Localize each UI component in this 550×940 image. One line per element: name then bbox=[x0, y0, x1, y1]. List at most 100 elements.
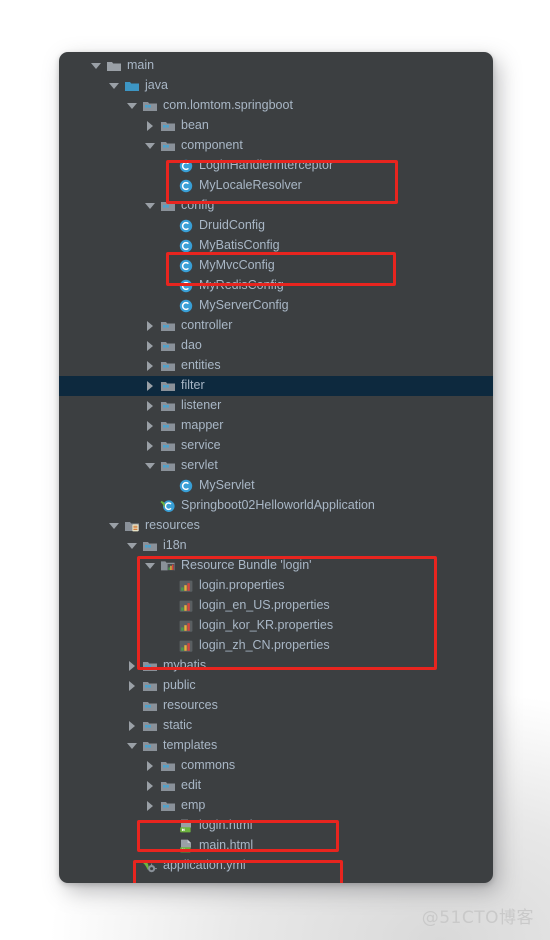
java-class-icon bbox=[178, 178, 194, 194]
tree-row[interactable]: Resource Bundle 'login' bbox=[59, 556, 493, 576]
chevron-right-icon[interactable] bbox=[143, 439, 157, 453]
tree-row[interactable]: login.properties bbox=[59, 576, 493, 596]
tree-row[interactable]: service bbox=[59, 436, 493, 456]
tree-row[interactable]: edit bbox=[59, 776, 493, 796]
project-tree-panel[interactable]: main java com.lomtom.springboot bean compone… bbox=[59, 52, 493, 883]
tree-row[interactable]: dao bbox=[59, 336, 493, 356]
chevron-right-icon[interactable] bbox=[143, 339, 157, 353]
chevron-right-icon[interactable] bbox=[143, 379, 157, 393]
java-class-icon bbox=[178, 258, 194, 274]
tree-row[interactable]: filter bbox=[59, 376, 493, 396]
folder-package-icon bbox=[142, 738, 158, 754]
tree-row[interactable]: commons bbox=[59, 756, 493, 776]
chevron-right-icon[interactable] bbox=[143, 419, 157, 433]
tree-row[interactable]: login.html bbox=[59, 816, 493, 836]
tree-row[interactable]: java bbox=[59, 76, 493, 96]
tree-row[interactable]: i18n bbox=[59, 536, 493, 556]
chevron-down-icon[interactable] bbox=[143, 559, 157, 573]
tree-row[interactable]: MyServerConfig bbox=[59, 296, 493, 316]
tree-row[interactable]: login_en_US.properties bbox=[59, 596, 493, 616]
folder-package-icon bbox=[142, 98, 158, 114]
tree-row[interactable]: component bbox=[59, 136, 493, 156]
folder-package-icon bbox=[160, 138, 176, 154]
tree-row-label: controller bbox=[181, 318, 233, 333]
tree-row[interactable]: public bbox=[59, 676, 493, 696]
chevron-down-icon[interactable] bbox=[125, 99, 139, 113]
chevron-right-icon[interactable] bbox=[143, 359, 157, 373]
chevron-right-icon[interactable] bbox=[143, 399, 157, 413]
chevron-down-icon[interactable] bbox=[143, 199, 157, 213]
chevron-down-icon[interactable] bbox=[125, 539, 139, 553]
chevron-right-icon[interactable] bbox=[143, 759, 157, 773]
tree-row[interactable]: static bbox=[59, 716, 493, 736]
tree-row[interactable]: login_zh_CN.properties bbox=[59, 636, 493, 656]
chevron-right-icon[interactable] bbox=[143, 779, 157, 793]
tree-row[interactable]: application.yml bbox=[59, 856, 493, 876]
folder-package-icon bbox=[160, 418, 176, 434]
java-class-icon bbox=[178, 298, 194, 314]
tree-row[interactable]: DruidConfig bbox=[59, 216, 493, 236]
tree-row[interactable]: config bbox=[59, 196, 493, 216]
chevron-down-icon[interactable] bbox=[125, 739, 139, 753]
tree-row-label: commons bbox=[181, 758, 236, 773]
tree-row[interactable]: LoginHandlerInterceptor bbox=[59, 156, 493, 176]
tree-row[interactable]: MyBatisConfig bbox=[59, 236, 493, 256]
tree-row[interactable]: MyLocaleResolver bbox=[59, 176, 493, 196]
tree-row[interactable]: MyServlet bbox=[59, 476, 493, 496]
tree-row[interactable]: MyMvcConfig bbox=[59, 256, 493, 276]
tree-row[interactable]: bean bbox=[59, 116, 493, 136]
tree-row[interactable]: Springboot02HelloworldApplication bbox=[59, 496, 493, 516]
chevron-down-icon[interactable] bbox=[89, 59, 103, 73]
java-class-icon bbox=[178, 278, 194, 294]
folder-package-icon bbox=[142, 678, 158, 694]
chevron-right-icon[interactable] bbox=[143, 799, 157, 813]
tree-row[interactable]: servlet bbox=[59, 456, 493, 476]
tree-row-label: i18n bbox=[163, 538, 187, 553]
chevron-down-icon[interactable] bbox=[107, 519, 121, 533]
tree-row[interactable]: templates bbox=[59, 736, 493, 756]
tree-row[interactable]: mapper bbox=[59, 416, 493, 436]
tree-row[interactable]: main bbox=[59, 56, 493, 76]
project-tree-rows[interactable]: main java com.lomtom.springboot bean compone… bbox=[59, 52, 493, 876]
tree-row[interactable]: controller bbox=[59, 316, 493, 336]
chevron-right-icon[interactable] bbox=[125, 659, 139, 673]
tree-row[interactable]: emp bbox=[59, 796, 493, 816]
tree-row-label: MyBatisConfig bbox=[199, 238, 280, 253]
tree-row[interactable]: resources bbox=[59, 696, 493, 716]
tree-row[interactable]: com.lomtom.springboot bbox=[59, 96, 493, 116]
java-class-icon bbox=[178, 238, 194, 254]
tree-row-label: main.html bbox=[199, 838, 254, 853]
tree-row-label: templates bbox=[163, 738, 218, 753]
tree-row[interactable]: MyRedisConfig bbox=[59, 276, 493, 296]
chevron-right-icon[interactable] bbox=[125, 719, 139, 733]
chevron-right-icon[interactable] bbox=[143, 319, 157, 333]
tree-row-label: MyServlet bbox=[199, 478, 255, 493]
tree-row[interactable]: main.html bbox=[59, 836, 493, 856]
chevron-down-icon[interactable] bbox=[107, 79, 121, 93]
chevron-down-icon[interactable] bbox=[143, 459, 157, 473]
tree-row-label: MyServerConfig bbox=[199, 298, 289, 313]
tree-row-label: Springboot02HelloworldApplication bbox=[181, 498, 375, 513]
tree-row-label: DruidConfig bbox=[199, 218, 266, 233]
tree-row-label: login_en_US.properties bbox=[199, 598, 330, 613]
tree-row[interactable]: entities bbox=[59, 356, 493, 376]
folder-package-icon bbox=[160, 358, 176, 374]
chevron-down-icon[interactable] bbox=[143, 139, 157, 153]
spring-boot-class-icon bbox=[160, 498, 176, 514]
tree-row-label: dao bbox=[181, 338, 202, 353]
tree-row-label: mybatis bbox=[163, 658, 207, 673]
chevron-right-icon[interactable] bbox=[143, 119, 157, 133]
tree-row[interactable]: login_kor_KR.properties bbox=[59, 616, 493, 636]
tree-row[interactable]: listener bbox=[59, 396, 493, 416]
chevron-right-icon[interactable] bbox=[125, 679, 139, 693]
tree-row-label: resources bbox=[145, 518, 200, 533]
tree-row[interactable]: resources bbox=[59, 516, 493, 536]
tree-row[interactable]: mybatis bbox=[59, 656, 493, 676]
java-class-icon bbox=[178, 158, 194, 174]
